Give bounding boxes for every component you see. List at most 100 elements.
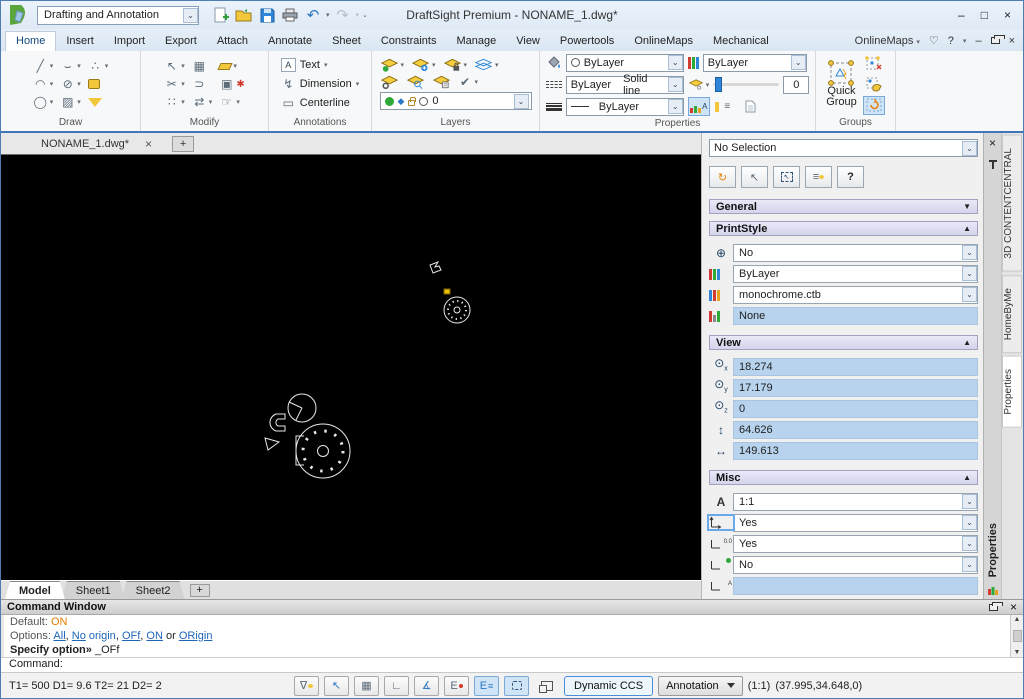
section-misc[interactable]: Misc ▲ (709, 470, 978, 485)
draw-circle-button[interactable]: ◯▾ (33, 95, 54, 109)
draw-ellipse-button[interactable]: ⊘▾ (60, 77, 81, 91)
command-window-titlebar[interactable]: Command Window × (1, 600, 1023, 615)
modify-array-button[interactable]: ∷▾ (164, 95, 185, 109)
scroll-thumb[interactable] (1013, 630, 1022, 642)
tab-home[interactable]: Home (5, 31, 56, 51)
layers-flat-button[interactable]: ▾ (474, 58, 499, 72)
ungroup-button[interactable] (863, 54, 885, 73)
modify-offset-button[interactable]: ⊃ (192, 77, 213, 91)
layer-transparency-button[interactable]: ▾ (688, 79, 710, 90)
command-input[interactable]: Command: (1, 658, 1023, 672)
rich-line-style-select[interactable]: ByLayer ⌄ (703, 54, 807, 72)
add-sheet-button[interactable]: + (190, 584, 210, 597)
ribbon-float-icon[interactable] (991, 37, 1000, 44)
units-display-select[interactable]: Yes⌄ (733, 535, 978, 553)
ribbon-minimize-icon[interactable]: – (975, 35, 981, 47)
dynamic-ccs-button[interactable]: Dynamic CCS (564, 676, 653, 696)
annotation-visibility-toggle[interactable]: A (688, 97, 710, 116)
dimension-button[interactable]: ↯Dimension▾ (281, 76, 359, 93)
modify-rotate-button[interactable]: ☞▾ (219, 95, 244, 109)
centerline-button[interactable]: ▭Centerline (281, 95, 359, 112)
snap-settings-button[interactable]: ∇ (294, 676, 319, 696)
scroll-down-icon[interactable]: ▼ (1014, 649, 1021, 656)
palette-pin-icon[interactable] (989, 160, 997, 162)
quick-select-button[interactable]: ≡ (805, 166, 832, 188)
option-all-link[interactable]: All (53, 630, 65, 642)
edit-group-button[interactable] (863, 75, 885, 94)
tab-powertools[interactable]: Powertools (550, 32, 624, 51)
layer-state-button[interactable]: ▾ (380, 58, 405, 72)
drawing-canvas[interactable] (1, 155, 701, 580)
transparency-value[interactable]: 0 (783, 76, 809, 94)
help-button[interactable]: ? (837, 166, 864, 188)
command-history[interactable]: Default: ON Options: All, No origin, OFf… (1, 615, 1010, 657)
ribbon-close-icon[interactable]: × (1009, 35, 1015, 47)
modify-align-button[interactable]: ⇄▾ (192, 95, 213, 109)
printstyle-select[interactable]: ByLayer⌄ (733, 265, 978, 283)
toolbar-overflow-icon[interactable]: ⌄ (362, 11, 368, 19)
close-doc-icon[interactable]: × (145, 137, 152, 151)
new-doc-tab-button[interactable]: + (172, 136, 194, 152)
section-general[interactable]: General ▼ (709, 199, 978, 214)
draw-points-button[interactable]: ∴▾ (88, 59, 109, 73)
layer-manager-button[interactable] (380, 75, 399, 89)
polar-button[interactable]: ∡ (414, 676, 439, 696)
tab-export[interactable]: Export (155, 32, 207, 51)
modify-delete-button[interactable]: ▾ (219, 59, 244, 73)
section-view[interactable]: View ▲ (709, 335, 978, 350)
draw-line-button[interactable]: ╱▾ (33, 59, 54, 73)
marquee-select-button[interactable]: ↖ (773, 166, 800, 188)
option-no-origin-link[interactable]: No (72, 630, 86, 642)
option-off-link[interactable]: OFf (122, 630, 140, 642)
help-caret-icon[interactable]: ▾ (963, 37, 967, 45)
printstyle-toggle-select[interactable]: No⌄ (733, 244, 978, 262)
palette-close-icon[interactable]: × (989, 136, 996, 150)
document-tab[interactable]: NONAME_1.dwg* × (31, 134, 162, 154)
etrack-button[interactable]: E≡ (474, 676, 499, 696)
tab-3d-contentcentral[interactable]: 3D CONTENTCENTRAL (1002, 135, 1022, 272)
float-window-icon[interactable] (989, 604, 998, 611)
new-layer-button[interactable]: ▾ (411, 58, 436, 72)
close-button[interactable]: × (1004, 8, 1011, 22)
layer-properties-button[interactable] (432, 75, 451, 89)
grid-button[interactable]: ▦ (354, 676, 379, 696)
tab-mechanical[interactable]: Mechanical (703, 32, 779, 51)
select-new-button[interactable]: ↻ (709, 166, 736, 188)
line-color-select[interactable]: ByLayer ⌄ (566, 54, 684, 72)
tab-sheet2[interactable]: Sheet2 (122, 581, 185, 599)
tab-import[interactable]: Import (104, 32, 155, 51)
open-file-button[interactable] (234, 5, 254, 25)
quick-group-button[interactable]: Quick Group (826, 60, 857, 108)
option-on-link[interactable]: ON (146, 630, 163, 642)
maximize-button[interactable]: □ (981, 8, 988, 22)
transparency-slider[interactable] (713, 83, 779, 86)
print-button[interactable] (280, 5, 300, 25)
annotation-scale-select[interactable]: Annotation (658, 676, 743, 696)
lock-layer-button[interactable]: ▾ (443, 58, 468, 72)
esnap-button[interactable]: E (444, 676, 469, 696)
scroll-up-icon[interactable]: ▲ (1014, 616, 1021, 623)
modify-trim-button[interactable]: ✂▾ (164, 77, 185, 91)
close-command-window-icon[interactable]: × (1010, 600, 1017, 614)
annotation-scale-select[interactable]: 1:1⌄ (733, 493, 978, 511)
favorites-heart-icon[interactable]: ♡ (929, 34, 939, 47)
printstyle-table-select[interactable]: monochrome.ctb⌄ (733, 286, 978, 304)
entity-snap-cursor-button[interactable]: ↖ (324, 676, 349, 696)
tab-model[interactable]: Model (5, 581, 65, 599)
command-scrollbar[interactable]: ▲ ▼ (1010, 615, 1023, 657)
undo-caret-icon[interactable]: ▾ (326, 11, 330, 19)
rich-line-icon[interactable] (688, 57, 699, 69)
select-entities-button[interactable]: ↖ (741, 166, 768, 188)
selection-frame-button[interactable] (504, 676, 529, 696)
section-printstyle[interactable]: PrintStyle ▲ (709, 221, 978, 236)
new-file-button[interactable] (211, 5, 231, 25)
layer-apply-button[interactable]: ✔▾ (458, 75, 479, 89)
tab-annotate[interactable]: Annotate (258, 32, 322, 51)
tab-manage[interactable]: Manage (446, 32, 506, 51)
layer-preview-button[interactable] (406, 75, 425, 89)
tab-constraints[interactable]: Constraints (371, 32, 447, 51)
ortho-button[interactable]: ∟ (384, 676, 409, 696)
modify-edit-component-button[interactable]: ▣✱ (219, 77, 244, 91)
option-origin-link[interactable]: ORigin (179, 630, 213, 642)
tab-sheet[interactable]: Sheet (322, 32, 371, 51)
